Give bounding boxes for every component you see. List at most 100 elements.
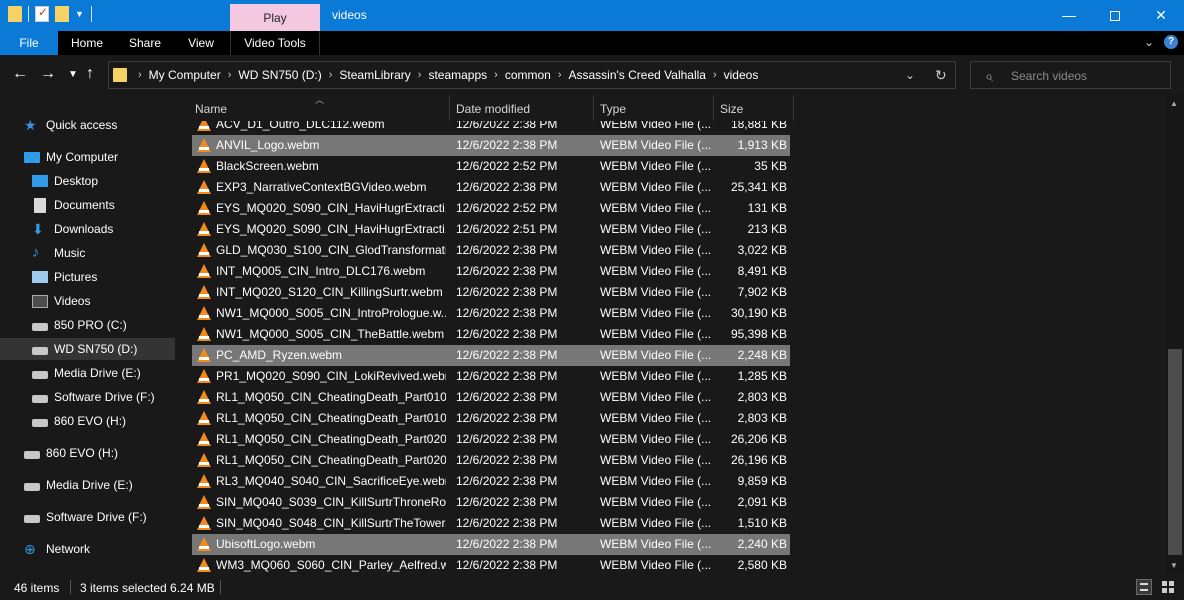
up-arrow-icon[interactable]: ↑ <box>86 65 94 83</box>
breadcrumb-my-computer[interactable]: My Computer <box>149 68 221 82</box>
chevron-right-icon[interactable]: › <box>713 69 717 81</box>
file-row[interactable]: RL1_MQ050_CIN_CheatingDeath_Part010... 12… <box>192 387 790 408</box>
file-row[interactable]: INT_MQ005_CIN_Intro_DLC176.webm 12/6/2022… <box>192 261 790 282</box>
scrollbar-thumb[interactable] <box>1168 349 1182 555</box>
sidebar-item-drive-e[interactable]: Media Drive (E:) <box>0 362 175 384</box>
file-size: 1,285 KB <box>737 369 787 383</box>
file-name: RL1_MQ050_CIN_CheatingDeath_Part020... <box>216 453 446 467</box>
drive-icon <box>32 395 48 403</box>
file-size: 2,240 KB <box>737 537 787 551</box>
folder-icon[interactable] <box>8 6 22 22</box>
file-row[interactable]: SIN_MQ040_S048_CIN_KillSurtrTheTower....… <box>192 513 790 534</box>
address-bar[interactable]: › My Computer › WD SN750 (D:) › SteamLib… <box>108 61 956 89</box>
breadcrumb-steamlibrary[interactable]: SteamLibrary <box>339 68 410 82</box>
tab-share[interactable]: Share <box>116 31 174 55</box>
chevron-right-icon[interactable]: › <box>138 69 142 81</box>
file-row[interactable]: BlackScreen.webm 12/6/2022 2:52 PM WEBM Vi… <box>192 156 790 177</box>
sidebar-item-videos[interactable]: Videos <box>0 290 175 312</box>
sidebar-item-pictures[interactable]: Pictures <box>0 266 175 288</box>
file-row[interactable]: UbisoftLogo.webm 12/6/2022 2:38 PM WEBM Vi… <box>192 534 790 555</box>
large-icons-view-button[interactable] <box>1160 579 1176 595</box>
customize-toolbar-dropdown-icon[interactable]: ▼ <box>75 6 85 22</box>
scroll-down-arrow-icon[interactable]: ▼ <box>1170 561 1178 570</box>
recent-locations-chevron-icon[interactable]: ▼ <box>68 69 78 80</box>
sidebar-item-drive-d[interactable]: WD SN750 (D:) <box>0 338 175 360</box>
file-row[interactable]: RL3_MQ040_S040_CIN_SacrificeEye.webm 12/6… <box>192 471 790 492</box>
new-folder-icon[interactable] <box>55 6 69 22</box>
column-header-size[interactable]: Size <box>714 95 794 121</box>
sidebar-item-desktop[interactable]: Desktop <box>0 170 175 192</box>
forward-arrow-icon[interactable]: → <box>40 65 56 83</box>
sidebar-item-my-computer[interactable]: My Computer <box>0 146 175 168</box>
vlc-cone-icon <box>197 138 211 152</box>
file-row[interactable]: EYS_MQ020_S090_CIN_HaviHugrExtracti... 12… <box>192 198 790 219</box>
vlc-cone-icon <box>197 474 211 488</box>
file-row[interactable]: ANVIL_Logo.webm 12/6/2022 2:38 PM WEBM Vid… <box>192 135 790 156</box>
file-row[interactable]: SIN_MQ040_S039_CIN_KillSurtrThroneRo... 1… <box>192 492 790 513</box>
sidebar-item-network[interactable]: ⊕ Network <box>0 538 175 560</box>
help-icon[interactable]: ? <box>1164 35 1178 49</box>
file-row[interactable]: NW1_MQ000_S005_CIN_IntroPrologue.w... 12/… <box>192 303 790 324</box>
sidebar-item-drive-c[interactable]: 850 PRO (C:) <box>0 314 175 336</box>
column-header-name[interactable]: Name <box>189 95 450 121</box>
chevron-right-icon[interactable]: › <box>329 69 333 81</box>
sidebar-item-drive-h[interactable]: 860 EVO (H:) <box>0 410 175 432</box>
file-size: 35 KB <box>754 159 787 173</box>
maximize-button[interactable] <box>1092 0 1138 31</box>
file-row[interactable]: PC_AMD_Ryzen.webm 12/6/2022 2:38 PM WEBM V… <box>192 345 790 366</box>
sidebar-item-external-e[interactable]: Media Drive (E:) <box>0 474 175 496</box>
chevron-right-icon[interactable]: › <box>418 69 422 81</box>
file-row[interactable]: PR1_MQ020_S090_CIN_LokiRevived.webm 12/6/… <box>192 366 790 387</box>
expand-ribbon-chevron-icon[interactable]: ⌄ <box>1144 35 1154 49</box>
file-type: WEBM Video File (... <box>600 432 712 446</box>
column-header-type[interactable]: Type <box>594 95 714 121</box>
sidebar-item-external-f[interactable]: Software Drive (F:) <box>0 506 175 528</box>
breadcrumb-videos[interactable]: videos <box>724 68 759 82</box>
sidebar-item-documents[interactable]: Documents <box>0 194 175 216</box>
tab-home[interactable]: Home <box>58 31 116 55</box>
sidebar-item-music[interactable]: ♪ Music <box>0 242 175 264</box>
drive-icon <box>24 483 40 491</box>
back-arrow-icon[interactable]: ← <box>12 65 28 83</box>
search-input[interactable]: ⌕ Search videos <box>970 61 1171 89</box>
vertical-scrollbar[interactable]: ▲ ▼ <box>1166 95 1184 575</box>
column-header-date[interactable]: Date modified <box>450 95 594 121</box>
minimize-button[interactable]: — <box>1046 0 1092 31</box>
sidebar-item-label: Software Drive (F:) <box>46 510 147 524</box>
file-row[interactable]: RL1_MQ050_CIN_CheatingDeath_Part020... 12… <box>192 429 790 450</box>
chevron-right-icon[interactable]: › <box>494 69 498 81</box>
play-context-tab[interactable]: Play <box>230 4 320 31</box>
chevron-right-icon[interactable]: › <box>228 69 232 81</box>
file-row[interactable]: WM3_MQ060_S060_CIN_Parley_Aelfred.we... 1… <box>192 555 790 575</box>
sidebar-item-quick-access[interactable]: ★ Quick access <box>0 114 175 136</box>
chevron-right-icon[interactable]: › <box>558 69 562 81</box>
breadcrumb-game[interactable]: Assassin's Creed Valhalla <box>569 68 706 82</box>
file-row[interactable]: RL1_MQ050_CIN_CheatingDeath_Part020... 12… <box>192 450 790 471</box>
file-row[interactable]: EYS_MQ020_S090_CIN_HaviHugrExtracti... 12… <box>192 219 790 240</box>
file-row[interactable]: EXP3_NarrativeContextBGVideo.webm 12/6/20… <box>192 177 790 198</box>
file-size: 7,902 KB <box>737 285 787 299</box>
file-date-modified: 12/6/2022 2:52 PM <box>456 159 558 173</box>
breadcrumb-common[interactable]: common <box>505 68 551 82</box>
sidebar-item-drive-f[interactable]: Software Drive (F:) <box>0 386 175 408</box>
tab-video-tools[interactable]: Video Tools <box>230 31 320 55</box>
file-row[interactable]: INT_MQ020_S120_CIN_KillingSurtr.webm 12/6… <box>192 282 790 303</box>
refresh-icon[interactable]: ↻ <box>935 67 947 84</box>
breadcrumb-drive-d[interactable]: WD SN750 (D:) <box>238 68 321 82</box>
tab-file[interactable]: File <box>0 31 58 55</box>
file-row[interactable]: NW1_MQ000_S005_CIN_TheBattle.webm 12/6/20… <box>192 324 790 345</box>
address-history-chevron-icon[interactable]: ⌄ <box>905 68 915 82</box>
scroll-up-arrow-icon[interactable]: ▲ <box>1170 99 1178 108</box>
close-button[interactable]: ✕ <box>1138 0 1184 31</box>
details-view-button[interactable] <box>1136 579 1152 595</box>
file-row[interactable]: RL1_MQ050_CIN_CheatingDeath_Part010... 12… <box>192 408 790 429</box>
file-row[interactable]: GLD_MQ030_S100_CIN_GlodTransformati... 12… <box>192 240 790 261</box>
breadcrumb-steamapps[interactable]: steamapps <box>428 68 487 82</box>
sidebar-item-external-h[interactable]: 860 EVO (H:) <box>0 442 175 464</box>
tab-view[interactable]: View <box>174 31 228 55</box>
drive-icon <box>32 371 48 379</box>
sidebar-item-downloads[interactable]: ⬇ Downloads <box>0 218 175 240</box>
properties-icon[interactable] <box>35 5 49 22</box>
system-drive-icon <box>32 323 48 331</box>
file-name: NW1_MQ000_S005_CIN_TheBattle.webm <box>216 327 445 341</box>
